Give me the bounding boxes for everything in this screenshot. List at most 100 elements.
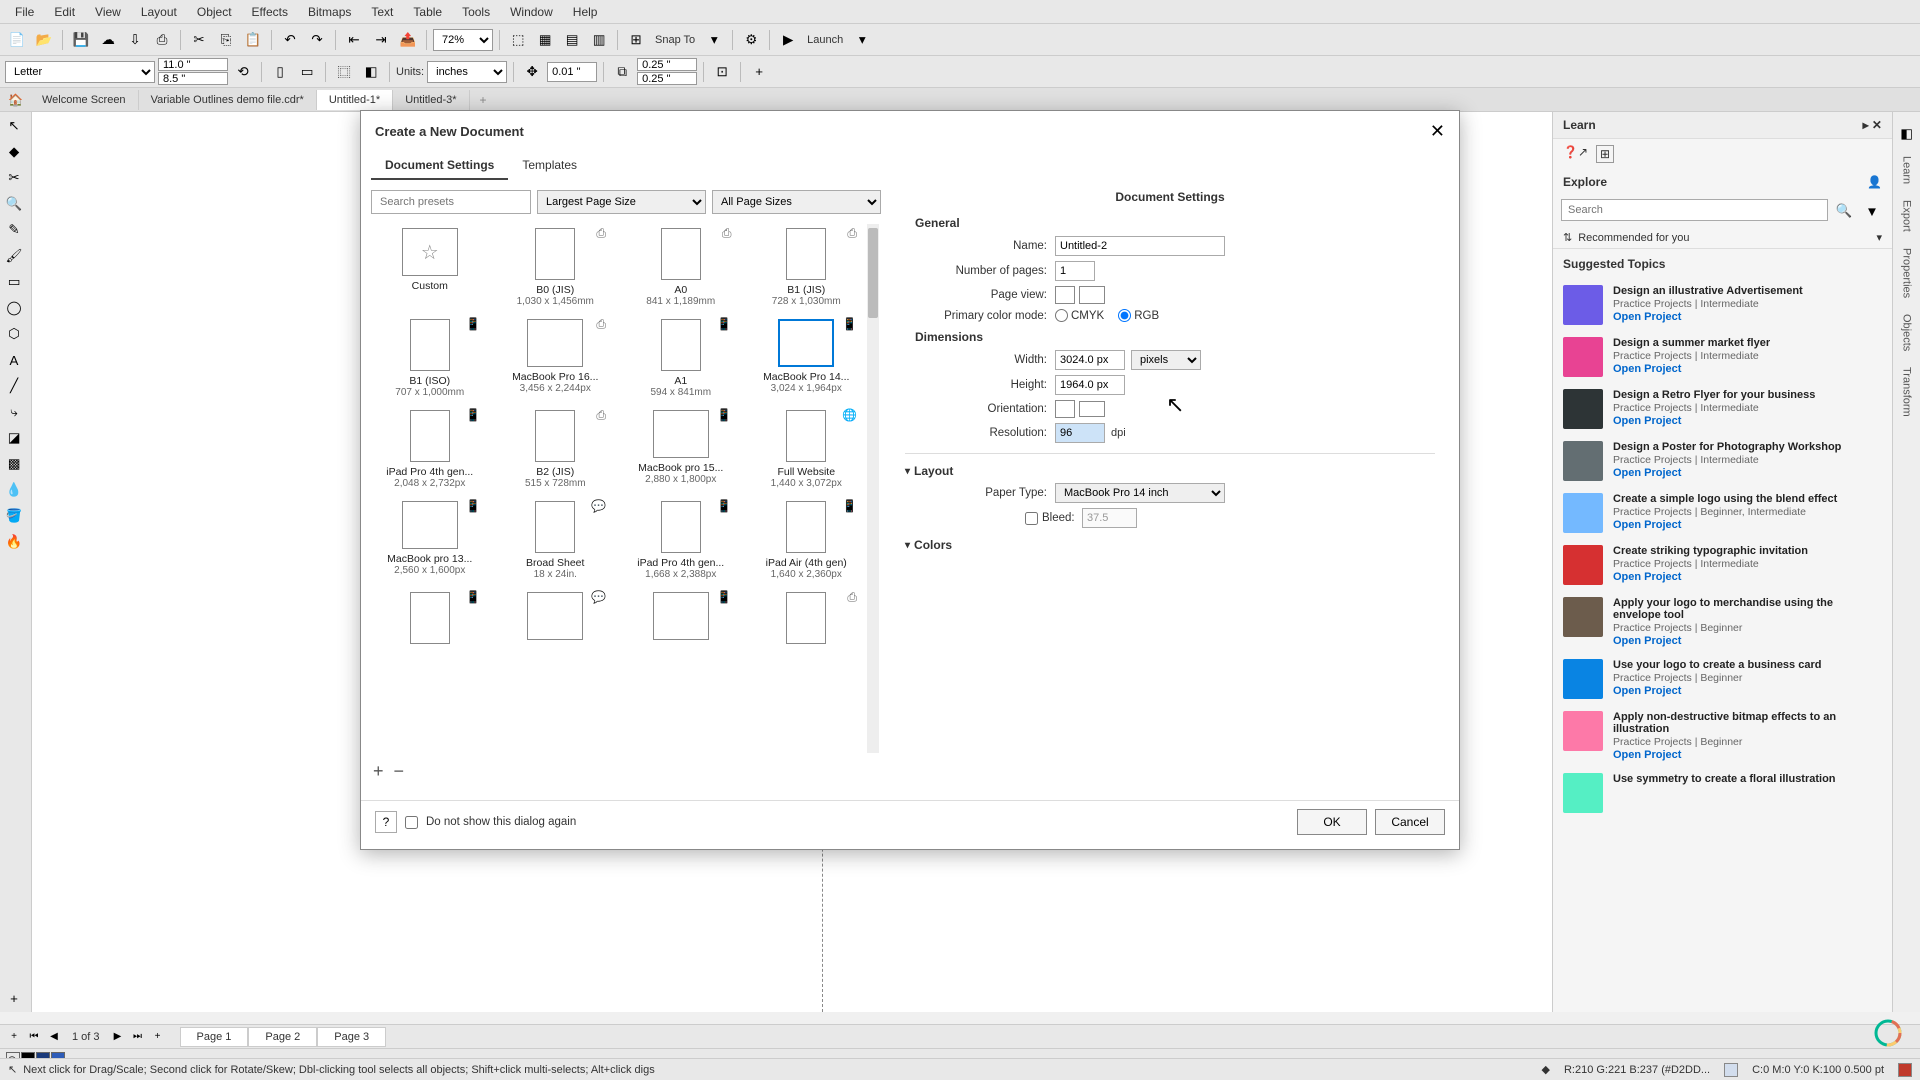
artistic-tool[interactable]: 🖌 (2, 244, 26, 268)
fill-tool[interactable]: 🪣 (2, 504, 26, 528)
preset-item[interactable]: 📱iPad Pro 4th gen...2,048 x 2,732px (371, 406, 489, 493)
preset-filter-select[interactable]: All Page Sizes (712, 190, 881, 214)
dialog-tab-document-settings[interactable]: Document Settings (371, 152, 508, 180)
rgb-radio[interactable]: RGB (1118, 309, 1159, 322)
resolution-input[interactable] (1055, 423, 1105, 443)
menu-view[interactable]: View (85, 2, 131, 22)
filter-button[interactable]: ▼ (1860, 199, 1884, 223)
topic-item[interactable]: Apply your logo to merchandise using the… (1553, 591, 1892, 653)
color-proof-icon[interactable]: ◆ (1542, 1063, 1550, 1076)
topic-item[interactable]: Design a summer market flyerPractice Pro… (1553, 331, 1892, 383)
bleed-checkbox[interactable] (1025, 512, 1038, 525)
doc-tab[interactable]: Welcome Screen (30, 90, 139, 110)
help-mode-icon[interactable]: ❓↗ (1563, 145, 1588, 163)
smart-fill-tool[interactable]: 🔥 (2, 530, 26, 554)
landscape-button[interactable]: ▭ (295, 60, 319, 84)
snap-dropdown[interactable]: ▾ (702, 28, 726, 52)
topic-item[interactable]: Create a simple logo using the blend eff… (1553, 487, 1892, 539)
dropshadow-tool[interactable]: ◪ (2, 426, 26, 450)
topic-item[interactable]: Design a Retro Flyer for your businessPr… (1553, 383, 1892, 435)
shape-tool[interactable]: ◆ (2, 140, 26, 164)
page-tab[interactable]: Page 1 (180, 1027, 249, 1047)
portrait-button[interactable]: ▯ (268, 60, 292, 84)
page-tab[interactable]: Page 2 (248, 1027, 317, 1047)
ellipse-tool[interactable]: ◯ (2, 296, 26, 320)
preset-search-input[interactable] (371, 190, 531, 214)
grid-button[interactable]: ▤ (560, 28, 584, 52)
rectangle-tool[interactable]: ▭ (2, 270, 26, 294)
dont-show-checkbox[interactable] (405, 816, 418, 829)
pageview-facing[interactable] (1079, 286, 1105, 304)
zoom-tool[interactable]: 🔍 (2, 192, 26, 216)
export-button[interactable]: ⇥ (369, 28, 393, 52)
rulers-button[interactable]: ▦ (533, 28, 557, 52)
preset-add-button[interactable]: + (373, 761, 384, 782)
dock-tab-properties[interactable]: Properties (1899, 240, 1915, 306)
preset-item[interactable]: Custom (371, 224, 489, 311)
name-input[interactable] (1055, 236, 1225, 256)
orientation-landscape[interactable] (1079, 401, 1105, 417)
preset-scrollbar[interactable] (867, 224, 879, 753)
crop-tool[interactable]: ✂ (2, 166, 26, 190)
all-pages-button[interactable]: ⿴ (332, 60, 356, 84)
preset-item[interactable]: 📱MacBook pro 15...2,880 x 1,800px (622, 406, 740, 493)
open-button[interactable]: 📂 (32, 28, 56, 52)
print-button[interactable]: ⎙ (150, 28, 174, 52)
menu-table[interactable]: Table (403, 2, 452, 22)
preset-item[interactable]: ⎙B2 (JIS)515 x 728mm (497, 406, 615, 493)
menu-help[interactable]: Help (563, 2, 608, 22)
menu-object[interactable]: Object (187, 2, 242, 22)
explore-mode-icon[interactable]: ⊞ (1596, 145, 1614, 163)
prev-page[interactable]: ◀ (46, 1029, 62, 1045)
dup-x-input[interactable] (637, 58, 697, 71)
search-button[interactable]: 🔍 (1832, 199, 1856, 223)
help-button[interactable]: ? (375, 811, 397, 833)
preset-item[interactable]: ⎙ (748, 588, 866, 652)
preset-item[interactable]: 📱MacBook pro 13...2,560 x 1,600px (371, 497, 489, 584)
dialog-close-button[interactable]: ✕ (1430, 121, 1445, 142)
pages-input[interactable] (1055, 261, 1095, 281)
height-input[interactable] (1055, 375, 1125, 395)
new-button[interactable]: 📄 (5, 28, 29, 52)
learn-search-input[interactable] (1561, 199, 1828, 221)
cloud-down-button[interactable]: ⇩ (123, 28, 147, 52)
ok-button[interactable]: OK (1297, 809, 1367, 835)
guides-button[interactable]: ▥ (587, 28, 611, 52)
pageview-single[interactable] (1055, 286, 1075, 304)
profile-icon[interactable]: 👤 (1867, 175, 1882, 189)
transparency-tool[interactable]: ▩ (2, 452, 26, 476)
crop-button[interactable]: ⊡ (710, 60, 734, 84)
preset-remove-button[interactable]: − (394, 761, 405, 782)
width-unit-select[interactable]: pixels (1131, 350, 1201, 370)
preset-item[interactable]: 📱MacBook Pro 14...3,024 x 1,964px (748, 315, 866, 402)
page-height-input[interactable] (158, 72, 228, 85)
paper-select[interactable]: Letter (5, 61, 155, 83)
save-button[interactable]: 💾 (69, 28, 93, 52)
publish-button[interactable]: 📤 (396, 28, 420, 52)
next-page[interactable]: ▶ (110, 1029, 126, 1045)
undo-button[interactable]: ↶ (278, 28, 302, 52)
menu-effects[interactable]: Effects (242, 2, 298, 22)
pick-tool[interactable]: ↖ (2, 114, 26, 138)
connector-tool[interactable]: ⤷ (2, 400, 26, 424)
preset-item[interactable]: 📱 (371, 588, 489, 652)
cancel-button[interactable]: Cancel (1375, 809, 1445, 835)
menu-bitmaps[interactable]: Bitmaps (298, 2, 361, 22)
cmyk-radio[interactable]: CMYK (1055, 309, 1104, 322)
dock-tab-objects[interactable]: Objects (1899, 306, 1915, 359)
preset-item[interactable]: 📱A1594 x 841mm (622, 315, 740, 402)
orient-toggle[interactable]: ⟲ (231, 60, 255, 84)
doc-tab[interactable]: Untitled-1* (317, 90, 393, 110)
nudge-input[interactable] (547, 62, 597, 82)
topic-item[interactable]: Use your logo to create a business cardP… (1553, 653, 1892, 705)
add-button[interactable]: + (747, 60, 771, 84)
last-page[interactable]: ⏭ (130, 1029, 146, 1045)
preset-item[interactable]: 💬Broad Sheet18 x 24in. (497, 497, 615, 584)
units-select[interactable]: inches (427, 61, 507, 83)
dock-tab-learn[interactable]: Learn (1899, 148, 1915, 192)
dock-tab-transform[interactable]: Transform (1899, 359, 1915, 425)
preset-item[interactable]: 💬 (497, 588, 615, 652)
current-page-button[interactable]: ◧ (359, 60, 383, 84)
topic-item[interactable]: Use symmetry to create a floral illustra… (1553, 767, 1892, 819)
papertype-select[interactable]: MacBook Pro 14 inch (1055, 483, 1225, 503)
